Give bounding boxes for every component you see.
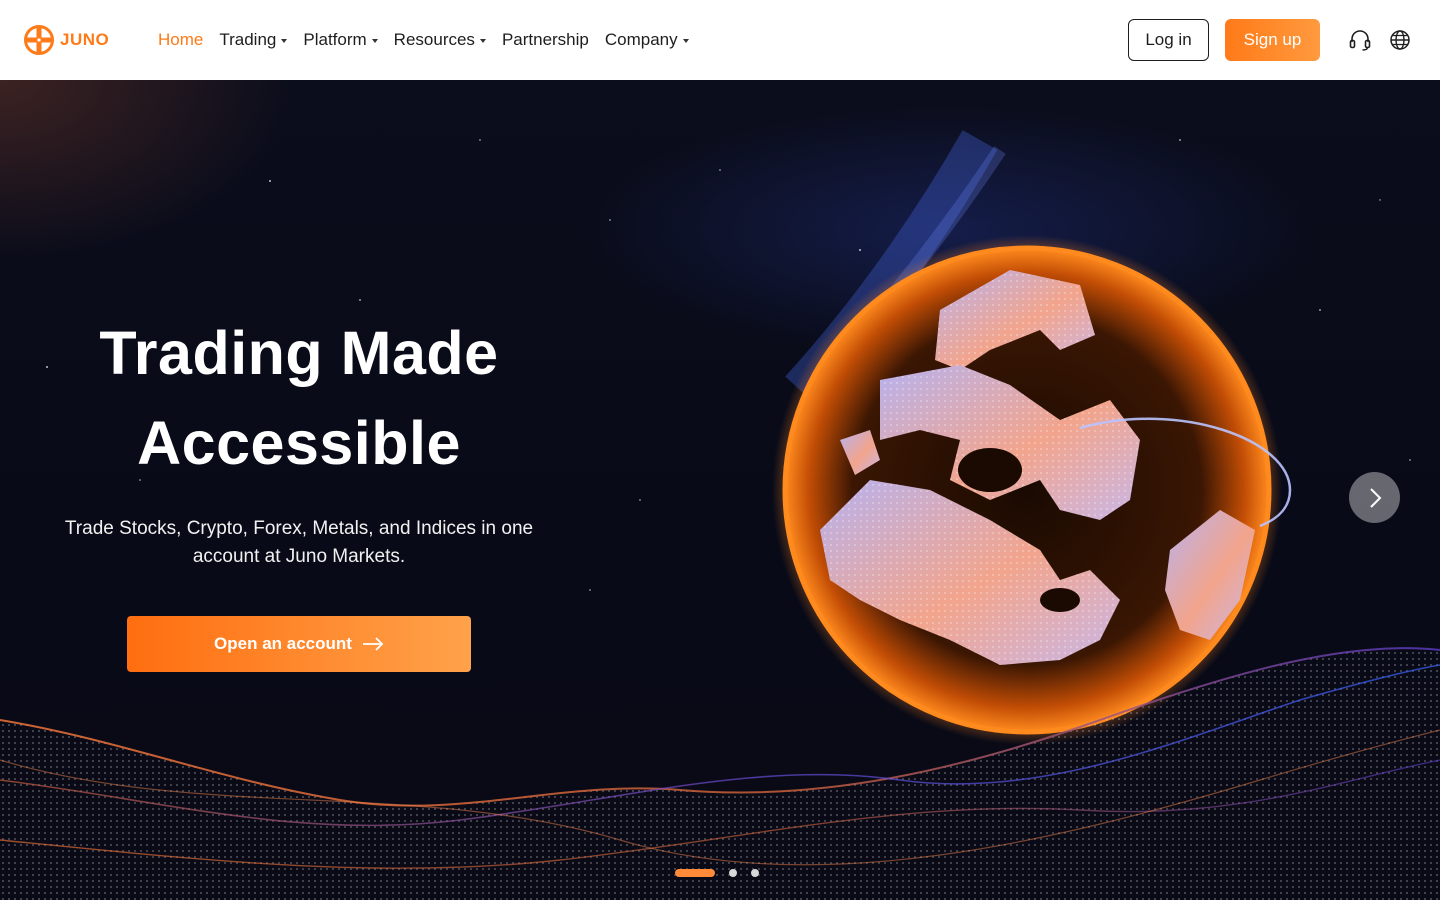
login-button[interactable]: Log in xyxy=(1128,19,1209,61)
globe-icon[interactable] xyxy=(1388,28,1412,52)
nav-item-company[interactable]: Company xyxy=(605,30,689,50)
headset-icon[interactable] xyxy=(1348,28,1372,52)
carousel-pagination xyxy=(675,869,759,877)
carousel-dot-3[interactable] xyxy=(751,869,759,877)
main-nav: Home Trading Platform Resources Partners… xyxy=(158,0,689,80)
nav-item-resources[interactable]: Resources xyxy=(394,30,486,50)
nav-item-label: Company xyxy=(604,30,678,49)
nav-item-home[interactable]: Home xyxy=(158,30,203,50)
hero-subtitle: Trade Stocks, Crypto, Forex, Metals, and… xyxy=(64,518,534,567)
caret-down-icon xyxy=(281,39,288,43)
open-account-label: Open an account xyxy=(214,634,352,653)
nav-item-label: Platform xyxy=(303,30,367,49)
caret-down-icon xyxy=(479,39,486,43)
arrow-right-icon xyxy=(362,637,384,651)
hero-title-line-1: Trading Made xyxy=(99,319,499,387)
brand-logo[interactable]: JUNO xyxy=(24,25,109,55)
nav-item-platform[interactable]: Platform xyxy=(303,30,378,50)
nav-item-label: Home xyxy=(158,30,204,49)
carousel-dot-2[interactable] xyxy=(729,869,737,877)
brand-name: JUNO xyxy=(60,30,110,49)
site-header: JUNO Home Trading Platform Resources Par… xyxy=(0,0,1440,80)
nav-item-trading[interactable]: Trading xyxy=(219,30,288,50)
carousel-next-button[interactable] xyxy=(1349,472,1400,523)
hero-title: Trading Made Accessible xyxy=(40,308,558,488)
hero-carousel: Trading Made Accessible Trade Stocks, Cr… xyxy=(0,80,1440,900)
carousel-dot-1[interactable] xyxy=(675,869,715,877)
nav-item-label: Partnership xyxy=(501,30,589,49)
chevron-right-icon xyxy=(1369,487,1381,508)
hero-title-line-2: Accessible xyxy=(137,409,461,477)
signup-button[interactable]: Sign up xyxy=(1225,19,1320,61)
hero-copy: Trading Made Accessible Trade Stocks, Cr… xyxy=(40,308,558,571)
nav-item-partnership[interactable]: Partnership xyxy=(502,30,589,50)
open-account-button[interactable]: Open an account xyxy=(127,616,471,672)
nav-item-label: Trading xyxy=(219,30,277,49)
caret-down-icon xyxy=(682,39,689,43)
nav-item-label: Resources xyxy=(393,30,475,49)
caret-down-icon xyxy=(371,39,378,43)
juno-logo-icon xyxy=(24,25,54,55)
